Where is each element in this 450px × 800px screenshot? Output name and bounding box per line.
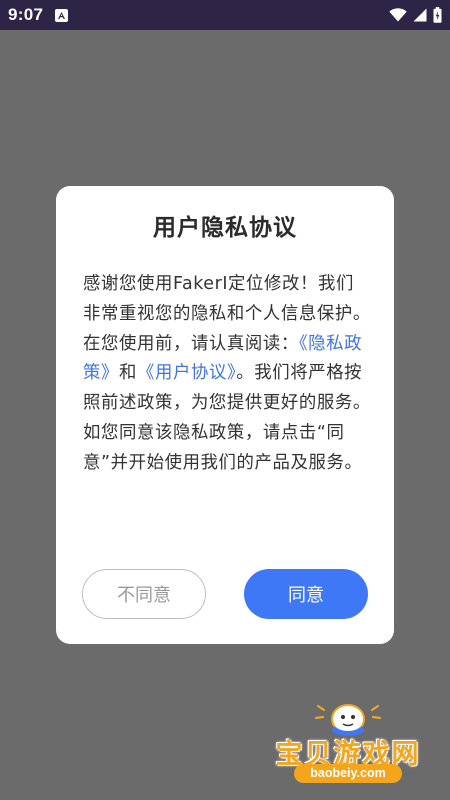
watermark: 宝贝游戏网 baobeiy.com <box>262 700 434 790</box>
wifi-icon <box>389 8 407 22</box>
status-icons <box>389 7 442 23</box>
status-time: 9:07 <box>8 5 44 24</box>
dialog-title: 用户隐私协议 <box>153 215 297 241</box>
privacy-dialog: 用户隐私协议 感谢您使用FakerI定位修改！我们非常重视您的隐私和个人信息保护… <box>56 186 394 644</box>
decline-button[interactable]: 不同意 <box>82 569 206 619</box>
dialog-body: 感谢您使用FakerI定位修改！我们非常重视您的隐私和个人信息保护。在您使用前，… <box>83 270 371 479</box>
battery-icon <box>433 7 442 23</box>
signal-icon <box>413 8 427 22</box>
user-agreement-link[interactable]: 《用户协议》 <box>137 363 236 383</box>
notification-a-icon <box>55 8 69 22</box>
agree-button[interactable]: 同意 <box>244 569 368 619</box>
body-text-and: 和 <box>118 363 137 384</box>
status-bar: 9:07 <box>0 0 450 30</box>
watermark-url: baobeiy.com <box>294 764 402 783</box>
